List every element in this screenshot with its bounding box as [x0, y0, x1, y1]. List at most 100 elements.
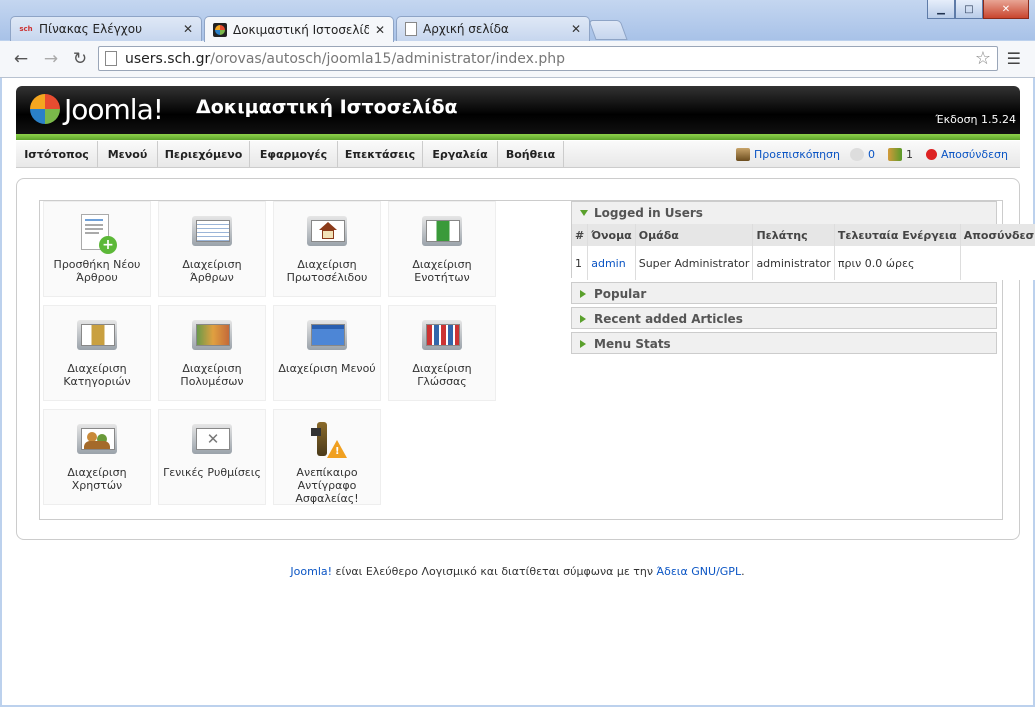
quickicon-users[interactable]: Διαχείριση Χρηστών [43, 409, 151, 505]
menu-stats-panel[interactable]: Menu Stats [571, 332, 997, 354]
browser-tab-test-site[interactable]: Δοκιμαστική Ιστοσελίδα - Δια ✕ [204, 16, 394, 42]
forward-arrow-icon[interactable]: → [40, 48, 62, 70]
quickicon-config[interactable]: ✕ Γενικές Ρυθμίσεις [158, 409, 266, 505]
quickicon-sections[interactable]: Διαχείριση Ενοτήτων [388, 201, 496, 297]
reload-icon[interactable]: ↻ [69, 48, 91, 70]
users-status[interactable]: 1 [888, 148, 913, 161]
quickicon-label: Διαχείριση Κατηγοριών [63, 362, 131, 388]
menu-extensions[interactable]: Επεκτάσεις [338, 141, 423, 167]
quickicon-label: Γενικές Ρυθμίσεις [163, 466, 261, 479]
admin-menu-bar: Ιστότοπος Μενού Περιεχόμενο Εφαρμογές Επ… [16, 141, 1020, 168]
quickicon-frontpage[interactable]: Διαχείριση Πρωτοσέλιδου [273, 201, 381, 297]
menu-components[interactable]: Εφαρμογές [250, 141, 338, 167]
maximize-button[interactable]: □ [955, 0, 983, 19]
version-label: Έκδοση 1.5.24 [935, 113, 1016, 126]
user-name-link[interactable]: admin [591, 257, 625, 270]
add-article-icon: + [75, 214, 119, 254]
expanded-arrow-icon [580, 210, 588, 216]
page-icon [105, 51, 117, 66]
preview-label[interactable]: Προεπισκόπηση [754, 148, 840, 161]
quickicon-label: Διαχείριση Άρθρων [182, 258, 242, 284]
content-box: + Προσθήκη Νέου Άρθρου Διαχείριση Άρθρων [16, 178, 1035, 540]
quickicon-label: Διαχείριση Πολυμέσων [180, 362, 244, 388]
menu-menus[interactable]: Μενού [98, 141, 158, 167]
media-icon [190, 318, 234, 356]
browser-tab-home[interactable]: Αρχική σελίδα ✕ [396, 16, 590, 41]
minimize-button[interactable]: ▁ [927, 0, 955, 19]
menu-site[interactable]: Ιστότοπος [16, 141, 98, 167]
user-logout-cell [960, 246, 1035, 280]
panel-title: Menu Stats [594, 337, 671, 351]
preview-icon [736, 148, 750, 161]
menu-help[interactable]: Βοήθεια [498, 141, 564, 167]
browser-tab-control-panel[interactable]: sch Πίνακας Ελέγχου ✕ [10, 16, 202, 41]
users-online-icon [888, 148, 902, 161]
quickicon-language[interactable]: Διαχείριση Γλώσσας [388, 305, 496, 401]
user-name-cell: admin [587, 246, 636, 280]
user-last-activity: πριν 0.0 ώρες [834, 246, 961, 280]
panel-title: Popular [594, 287, 647, 301]
gpl-license-link[interactable]: Άδεια GNU/GPL [657, 565, 742, 578]
page-footer: Joomla! είναι Ελεύθερο Λογισμικό και δια… [2, 565, 1033, 578]
close-tab-icon[interactable]: ✕ [571, 22, 581, 36]
quickicon-media[interactable]: Διαχείριση Πολυμέσων [158, 305, 266, 401]
sch-favicon-icon: sch [19, 25, 33, 33]
column-header: Όνομα [587, 224, 636, 246]
quickicon-articles[interactable]: Διαχείριση Άρθρων [158, 201, 266, 297]
logout-icon [926, 149, 937, 160]
quickicon-menus[interactable]: Διαχείριση Μενού [273, 305, 381, 401]
preview-link[interactable]: Προεπισκόπηση [736, 148, 840, 161]
header-green-bar [16, 134, 1020, 140]
page-favicon-icon [405, 22, 417, 36]
bookmark-star-icon[interactable]: ☆ [975, 48, 991, 69]
collapsed-arrow-icon [580, 315, 586, 323]
close-window-button[interactable]: ✕ [983, 0, 1029, 19]
back-arrow-icon[interactable]: ← [10, 48, 32, 70]
quickicon-label: Ανεπίκαιρο Αντίγραφο Ασφαλείας! [295, 466, 359, 505]
url-path: /orovas/autosch/joomla15/administrator/i… [210, 50, 565, 67]
column-header: Τελευταία Ενέργεια [834, 224, 961, 246]
collapsed-arrow-icon [580, 290, 586, 298]
quickicon-add-article[interactable]: + Προσθήκη Νέου Άρθρου [43, 201, 151, 297]
quickicon-categories[interactable]: Διαχείριση Κατηγοριών [43, 305, 151, 401]
joomla-favicon-icon [213, 22, 227, 37]
menu-tools[interactable]: Εργαλεία [423, 141, 498, 167]
menu-icon [305, 318, 349, 356]
popular-panel[interactable]: Popular [571, 282, 997, 304]
categories-icon [75, 318, 119, 356]
logout-link[interactable]: Αποσύνδεση [926, 148, 1008, 161]
logged-users-header[interactable]: Logged in Users [572, 202, 996, 224]
user-client: administrator [752, 246, 835, 280]
tab-label: Αρχική σελίδα [423, 22, 509, 36]
site-name: Δοκιμαστική Ιστοσελίδα [196, 96, 458, 118]
joomla-link[interactable]: Joomla! [290, 565, 332, 578]
browser-toolbar: ← → ↻ users.sch.gr/orovas/autosch/joomla… [0, 41, 1035, 78]
column-header: Πελάτης [752, 224, 835, 246]
close-tab-icon[interactable]: ✕ [183, 22, 193, 36]
panel-title: Recent added Articles [594, 312, 743, 326]
menu-content[interactable]: Περιεχόμενο [158, 141, 250, 167]
browser-menu-icon[interactable]: ☰ [1007, 49, 1021, 68]
sections-icon [420, 214, 464, 252]
url-host: users.sch.gr [125, 50, 211, 67]
frontpage-icon [305, 214, 349, 252]
quickicon-label: Διαχείριση Ενοτήτων [412, 258, 472, 284]
joomla-logo-icon [30, 94, 60, 124]
messages-status[interactable]: 0 [850, 148, 875, 161]
table-row: 1 admin Super Administrator administrato… [572, 246, 1035, 280]
table-header-row: # Όνομα Ομάδα Πελάτης Τελευταία Ενέργεια… [572, 224, 1035, 246]
logout-label[interactable]: Αποσύνδεση [941, 148, 1008, 161]
language-icon [420, 318, 464, 356]
footer-text: είναι Ελεύθερο Λογισμικό και διατίθεται … [332, 565, 657, 578]
close-tab-icon[interactable]: ✕ [375, 23, 385, 37]
messages-count[interactable]: 0 [868, 148, 875, 161]
new-tab-button[interactable] [588, 20, 628, 40]
address-bar[interactable]: users.sch.gr/orovas/autosch/joomla15/adm… [98, 46, 998, 71]
tab-label: Πίνακας Ελέγχου [39, 22, 143, 36]
quickicon-backup-warning[interactable]: ! Ανεπίκαιρο Αντίγραφο Ασφαλείας! [273, 409, 381, 505]
articles-icon [190, 214, 234, 252]
recent-articles-panel[interactable]: Recent added Articles [571, 307, 997, 329]
column-header: Ομάδα [635, 224, 754, 246]
joomla-logo: Joomla! [30, 92, 164, 126]
backup-warning-icon: ! [305, 422, 349, 460]
